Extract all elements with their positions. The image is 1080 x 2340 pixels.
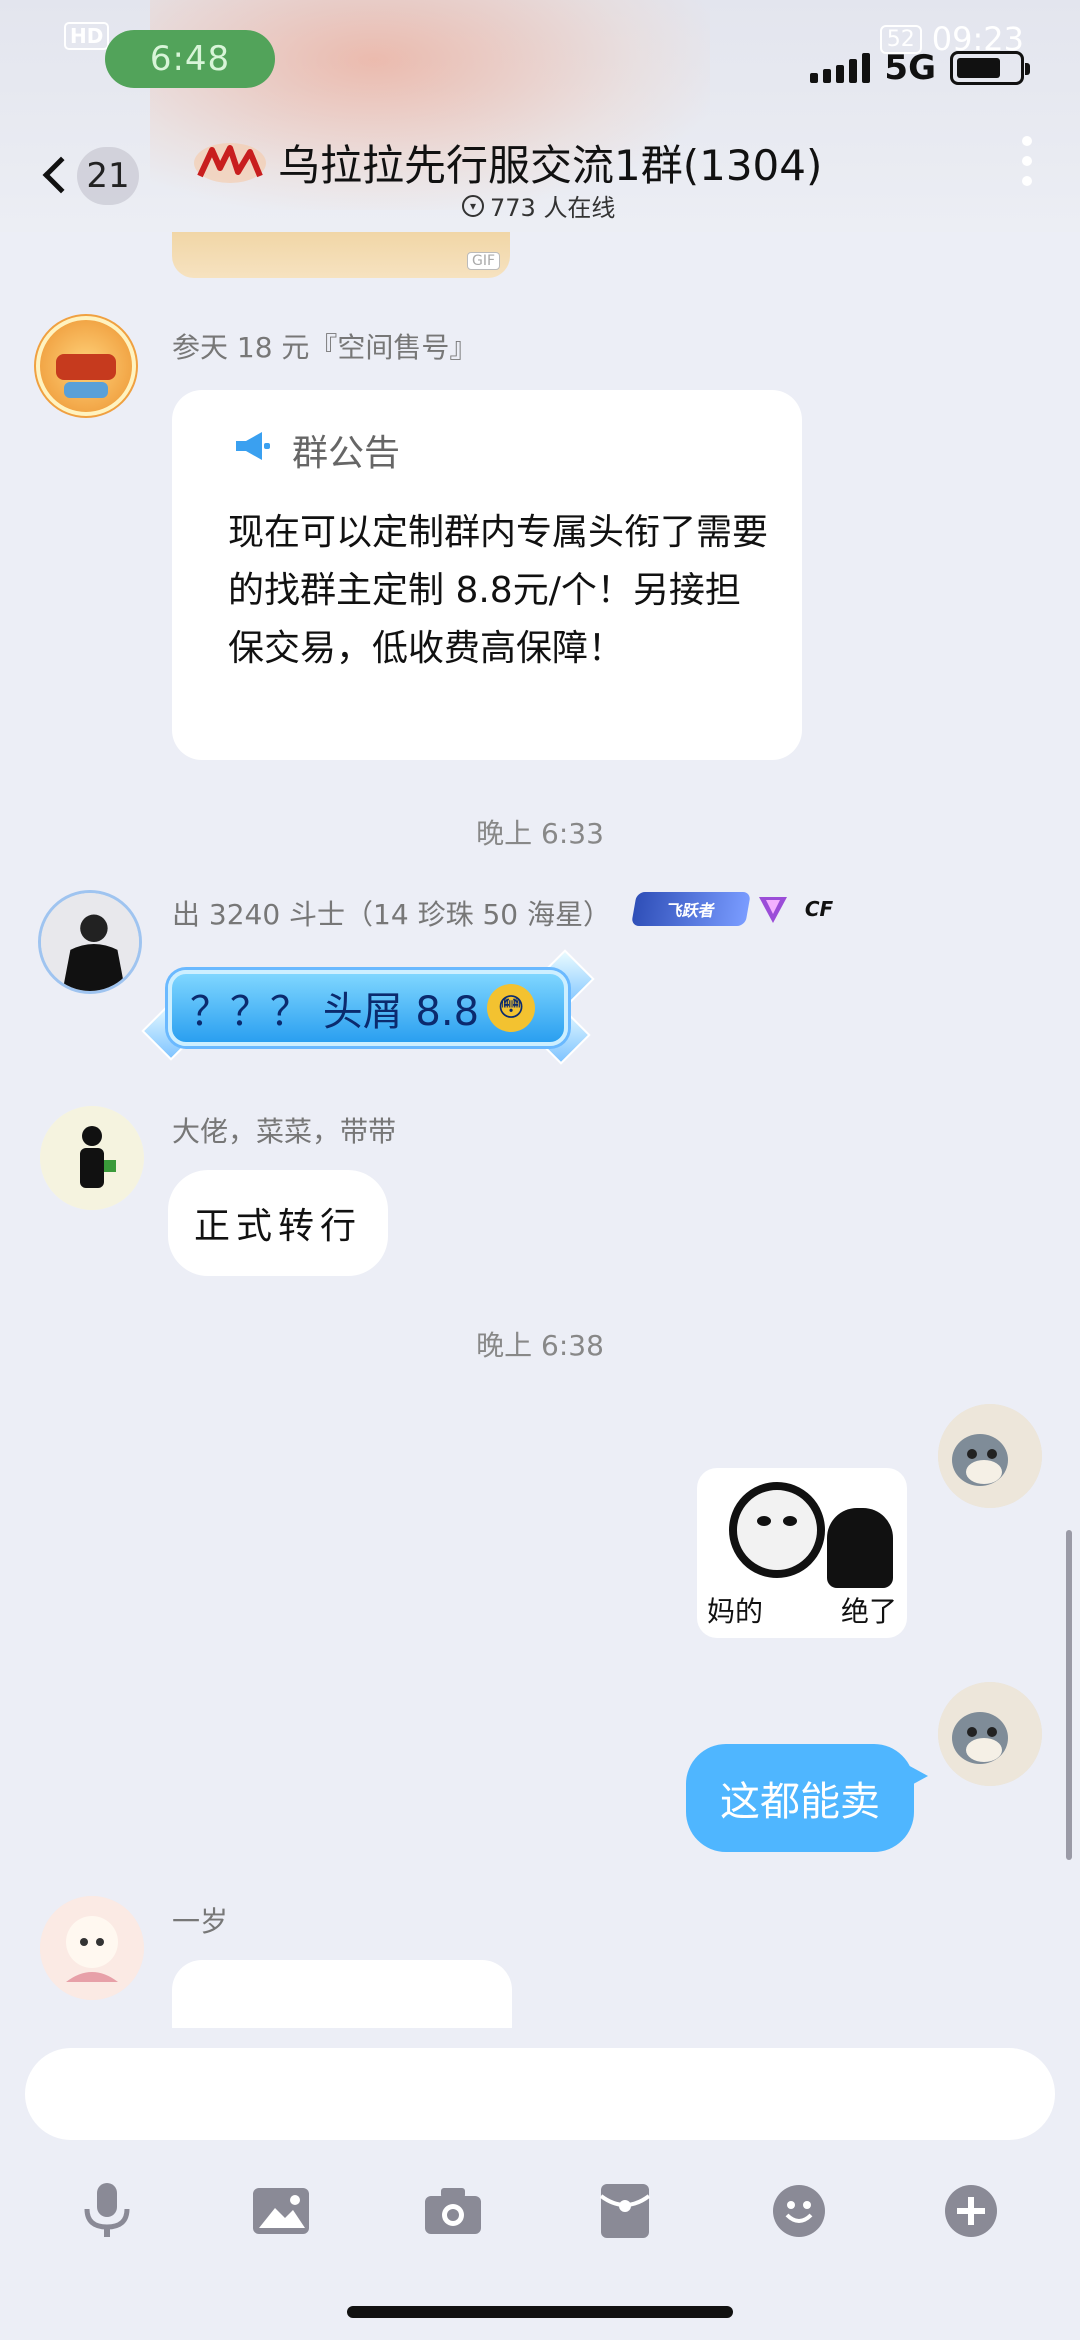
panda-hand-icon — [827, 1508, 893, 1588]
online-count-text: 773 人在线 — [490, 194, 616, 222]
dot — [1022, 176, 1032, 186]
cf-badge: CF — [804, 897, 834, 921]
panda-face-icon — [729, 1482, 825, 1578]
dot — [1022, 136, 1032, 146]
message-input[interactable] — [25, 2048, 1055, 2140]
announcement-bubble[interactable]: 群公告 现在可以定制群内专属头衔了需要的找群主定制 8.8元/个！另接担保交易，… — [172, 390, 802, 760]
microphone-icon — [79, 2181, 135, 2245]
home-indicator[interactable] — [347, 2306, 733, 2318]
shocked-emoji-icon: 😳 — [487, 984, 536, 1032]
sticker-caption-right: 绝了 — [840, 1595, 897, 1628]
sticker-message[interactable]: 妈的 绝了 — [697, 1468, 907, 1638]
megaphone-icon — [232, 429, 272, 472]
network-5g: 5G — [884, 48, 936, 88]
battery-icon — [950, 51, 1030, 85]
input-toolbar — [0, 2168, 1080, 2278]
avatar[interactable] — [40, 1106, 144, 1210]
announcement-title: 群公告 — [292, 433, 401, 474]
avatar[interactable] — [38, 890, 142, 994]
signal-battery-row: 5G — [810, 48, 1030, 88]
avatar[interactable] — [40, 1896, 144, 2000]
group-title[interactable]: 乌拉拉先行服交流1群(1304) — [278, 132, 822, 193]
sender-name[interactable]: 一岁 — [172, 1900, 228, 1940]
styled-message-bubble[interactable]: ？？？ 头屑 8.8 😳 — [168, 970, 568, 1046]
sender-name[interactable]: 参天 18 元『空间售号』 — [172, 326, 477, 366]
timestamp: 晚上 6:38 — [476, 1329, 604, 1362]
sender-name[interactable]: 出 3240 斗士（14 珍珠 50 海星） — [172, 893, 611, 933]
timestamp: 晚上 6:33 — [476, 817, 604, 850]
title-badge: 飞跃者 — [631, 892, 751, 926]
announcement-header: 群公告 — [232, 424, 400, 476]
game-logo-icon — [190, 138, 270, 188]
image-icon — [251, 2186, 311, 2240]
sticker-caption: 妈的 绝了 — [707, 1590, 897, 1630]
signal-strength-icon — [810, 53, 871, 83]
red-packet-button[interactable] — [580, 2168, 670, 2258]
online-count[interactable]: ▾ 773 人在线 — [462, 188, 615, 223]
gif-message-partial[interactable]: GIF — [172, 232, 510, 278]
plus-icon — [943, 2183, 999, 2243]
my-avatar[interactable] — [938, 1404, 1042, 1508]
unread-count-badge[interactable]: 21 — [77, 147, 139, 205]
message-bubble[interactable]: 正式转行 — [168, 1170, 388, 1276]
dot — [1022, 156, 1032, 166]
red-packet-icon — [599, 2182, 651, 2244]
emoji-button[interactable] — [754, 2168, 844, 2258]
hd-indicator: HD — [64, 22, 110, 50]
camera-icon — [423, 2186, 483, 2240]
call-time-pill[interactable]: 6:48 — [105, 30, 275, 88]
sender-name[interactable]: 大佬，菜菜，带带 — [172, 1110, 396, 1150]
image-button[interactable] — [236, 2168, 326, 2258]
camera-button[interactable] — [408, 2168, 498, 2258]
voice-button[interactable] — [62, 2168, 152, 2258]
chevron-down-icon: ▾ — [462, 194, 484, 217]
sticker-caption-left: 妈的 — [707, 1595, 764, 1628]
v-badge-icon — [756, 892, 790, 926]
smiley-icon — [771, 2183, 827, 2243]
my-message-bubble[interactable]: 这都能卖 — [686, 1744, 928, 1852]
more-options-button[interactable] — [1022, 136, 1032, 186]
announcement-text: 现在可以定制群内专属头衔了需要的找群主定制 8.8元/个！另接担保交易，低收费高… — [228, 512, 769, 669]
chevron-left-icon — [42, 156, 80, 194]
my-avatar[interactable] — [938, 1682, 1042, 1786]
message-text: ？？？ 头屑 8.8 — [190, 989, 480, 1035]
avatar[interactable] — [34, 314, 138, 418]
scrollbar[interactable] — [1066, 1530, 1072, 1860]
gif-badge: GIF — [466, 252, 500, 270]
top-bar: HD 4G 6:48 52 09:23 5G 21 乌拉拉先行服交流1群(130… — [0, 0, 1080, 232]
more-actions-button[interactable] — [926, 2168, 1016, 2258]
input-area — [0, 2028, 1080, 2340]
